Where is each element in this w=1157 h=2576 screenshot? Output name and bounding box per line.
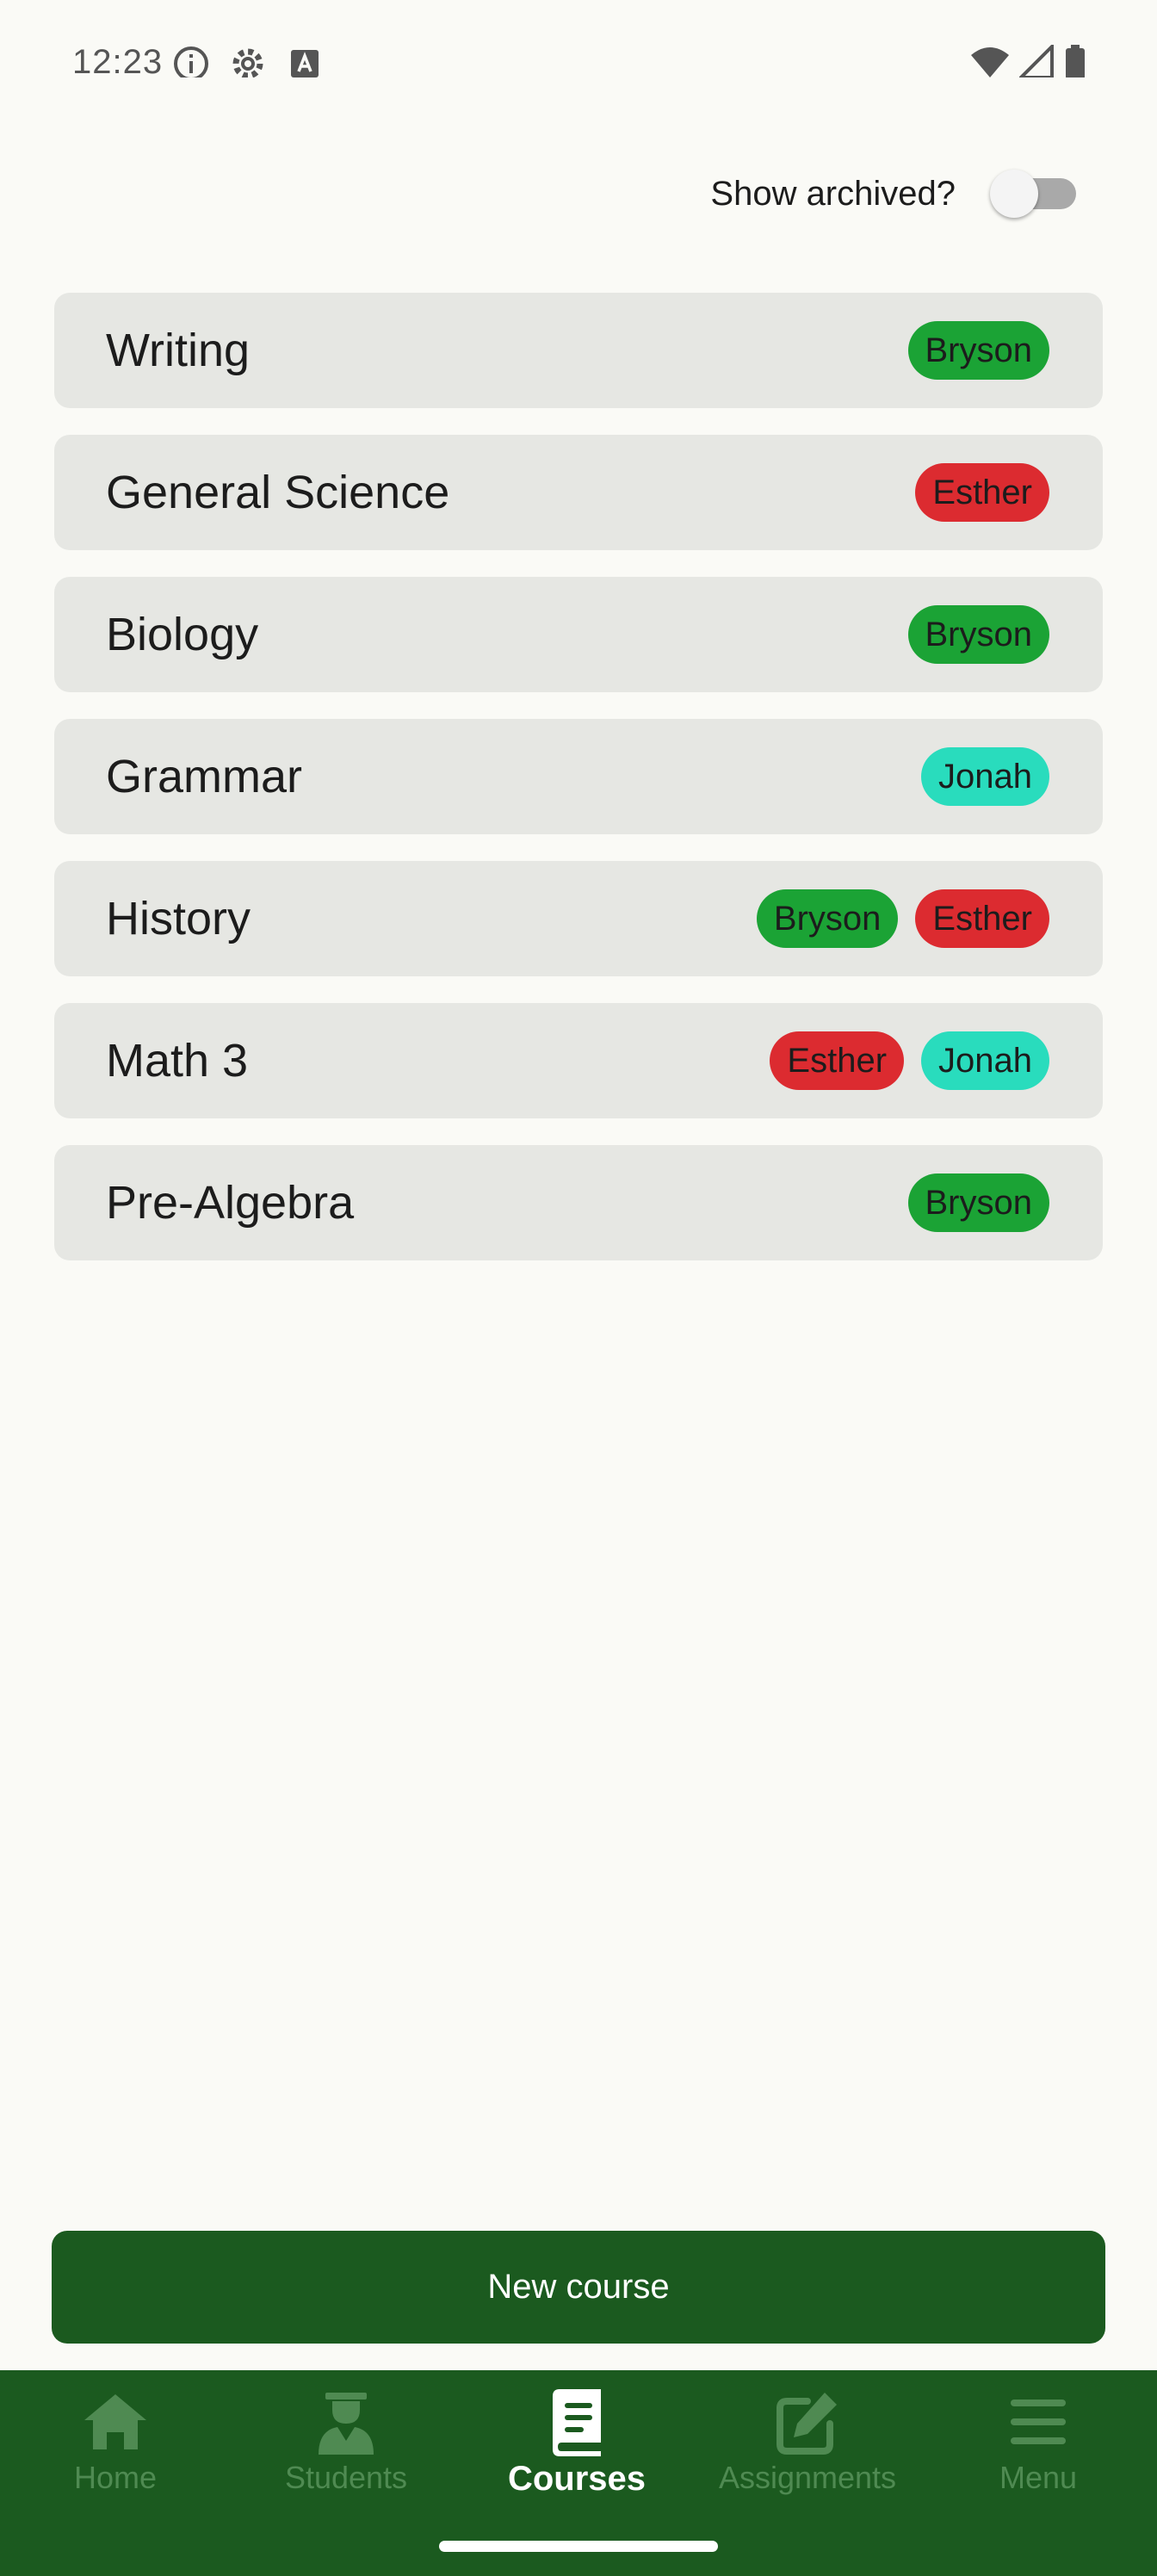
nav-home[interactable]: Home (0, 2387, 231, 2525)
course-row[interactable]: General Science Esther (54, 435, 1103, 550)
course-name: Biology (106, 609, 259, 660)
course-name: History (106, 893, 251, 944)
new-course-button[interactable]: New course (52, 2231, 1105, 2344)
nav-label-assignments: Assignments (718, 2460, 897, 2495)
edit-icon (776, 2393, 837, 2455)
home-icon (84, 2394, 146, 2449)
student-tag: Esther (770, 1031, 905, 1090)
info-icon (174, 46, 208, 77)
course-list: Writing Bryson General Science Esther Biolog… (54, 293, 1103, 1260)
student-tag: Bryson (907, 605, 1049, 664)
wifi-icon (971, 47, 1009, 77)
keyboard-a-icon (291, 50, 319, 77)
status-bar: 12:23 (0, 0, 1157, 77)
nav-menu[interactable]: Menu (923, 2387, 1154, 2525)
course-row[interactable]: History Bryson Esther (54, 861, 1103, 976)
battery-icon (1066, 45, 1085, 77)
course-name: Math 3 (106, 1035, 249, 1087)
nav-students[interactable]: Students (231, 2387, 461, 2525)
archive-toggle-row: Show archived? (710, 164, 1076, 224)
student-tag: Bryson (907, 321, 1049, 380)
student-tags: Bryson (907, 321, 1049, 380)
book-icon (553, 2389, 601, 2456)
student-tag: Jonah (921, 747, 1049, 806)
student-tag: Esther (915, 889, 1049, 948)
nav-courses[interactable]: Courses (461, 2387, 692, 2525)
course-row[interactable]: Math 3 Esther Jonah (54, 1003, 1103, 1118)
course-row[interactable]: Pre-Algebra Bryson (54, 1145, 1103, 1260)
student-tags: Esther Jonah (770, 1031, 1049, 1090)
nav-label-menu: Menu (999, 2460, 1078, 2495)
courses-screen: 12:23 Show archived? Writing Bryson Gene… (0, 0, 1157, 2576)
menu-icon (1011, 2400, 1066, 2444)
nav-label-courses: Courses (507, 2460, 647, 2498)
student-tags: Bryson (907, 605, 1049, 664)
course-row[interactable]: Biology Bryson (54, 577, 1103, 692)
student-tag: Jonah (921, 1031, 1049, 1090)
course-row[interactable]: Writing Bryson (54, 293, 1103, 408)
nav-label-students: Students (284, 2460, 408, 2495)
course-name: Writing (106, 325, 251, 376)
archive-toggle-label: Show archived? (710, 174, 956, 213)
student-tags: Esther (915, 463, 1049, 522)
student-tags: Bryson Esther (756, 889, 1049, 948)
switch-thumb (990, 170, 1038, 218)
settings-icon (232, 48, 263, 77)
student-tag: Bryson (907, 1173, 1049, 1232)
student-tag: Esther (915, 463, 1049, 522)
student-icon (319, 2393, 374, 2455)
nav-assignments[interactable]: Assignments (692, 2387, 923, 2525)
course-name: Pre-Algebra (106, 1177, 355, 1229)
student-tag: Bryson (756, 889, 899, 948)
course-row[interactable]: Grammar Jonah (54, 719, 1103, 834)
course-name: General Science (106, 467, 450, 518)
status-time: 12:23 (72, 43, 164, 77)
home-gesture-bar[interactable] (439, 2541, 718, 2552)
nav-label-home: Home (73, 2460, 158, 2495)
student-tags: Bryson (907, 1173, 1049, 1232)
course-name: Grammar (106, 751, 302, 802)
show-archived-switch[interactable] (990, 170, 1076, 218)
student-tags: Jonah (921, 747, 1049, 806)
signal-icon (1019, 45, 1054, 77)
